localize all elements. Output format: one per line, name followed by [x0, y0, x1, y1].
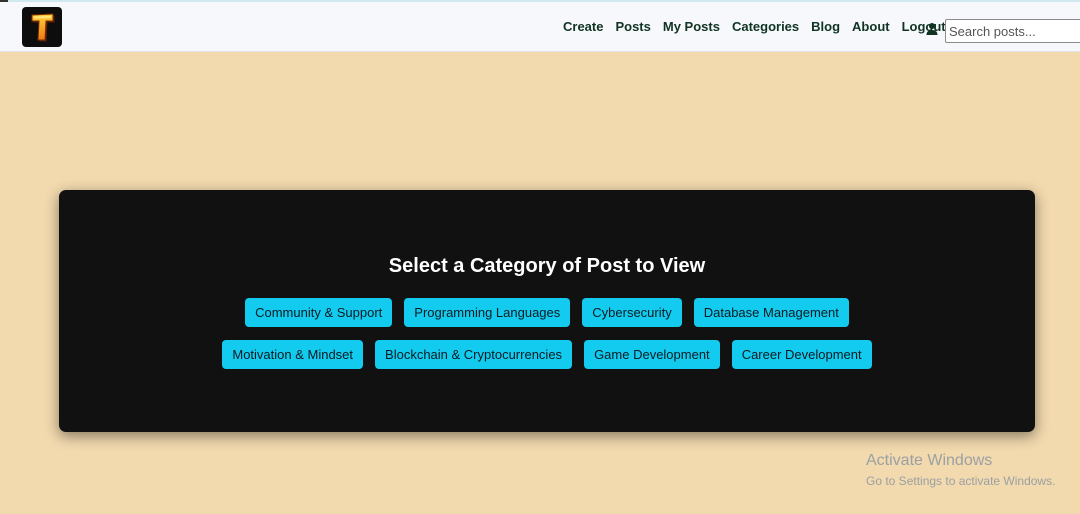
category-button-blockchain-cryptocurrencies[interactable]: Blockchain & Cryptocurrencies: [375, 340, 573, 369]
category-button-motivation-mindset[interactable]: Motivation & Mindset: [222, 340, 364, 369]
category-row-2: Motivation & Mindset Blockchain & Crypto…: [59, 340, 1035, 369]
watermark-title: Activate Windows: [866, 452, 993, 469]
navbar: Create Posts My Posts Categories Blog Ab…: [0, 2, 1080, 52]
logo-letter-icon: [31, 13, 55, 42]
activate-windows-watermark: Activate Windows Go to Settings to activ…: [866, 451, 1055, 490]
category-panel: Select a Category of Post to View Commun…: [59, 190, 1035, 432]
panel-title: Select a Category of Post to View: [388, 255, 706, 277]
nav-link-logout[interactable]: Logout: [902, 19, 946, 35]
nav-link-my-posts[interactable]: My Posts: [663, 19, 720, 35]
nav-link-posts[interactable]: Posts: [615, 19, 650, 35]
category-button-game-development[interactable]: Game Development: [584, 340, 720, 369]
category-button-database-management[interactable]: Database Management: [693, 298, 849, 327]
category-button-programming-languages[interactable]: Programming Languages: [404, 298, 571, 327]
category-row-1: Community & Support Programming Language…: [59, 298, 1035, 327]
site-logo[interactable]: [22, 7, 62, 47]
watermark-subtitle: Go to Settings to activate Windows.: [866, 474, 1056, 488]
category-button-community-support[interactable]: Community & Support: [245, 298, 393, 327]
nav-link-categories[interactable]: Categories: [732, 19, 799, 35]
nav-links: Create Posts My Posts Categories Blog Ab…: [563, 19, 946, 35]
nav-link-create[interactable]: Create: [563, 19, 603, 35]
category-button-cybersecurity[interactable]: Cybersecurity: [582, 298, 682, 327]
user-icon[interactable]: [925, 22, 939, 36]
search-input[interactable]: [945, 19, 1080, 43]
nav-link-blog[interactable]: Blog: [811, 19, 840, 35]
category-button-career-development[interactable]: Career Development: [731, 340, 872, 369]
nav-link-about[interactable]: About: [852, 19, 890, 35]
